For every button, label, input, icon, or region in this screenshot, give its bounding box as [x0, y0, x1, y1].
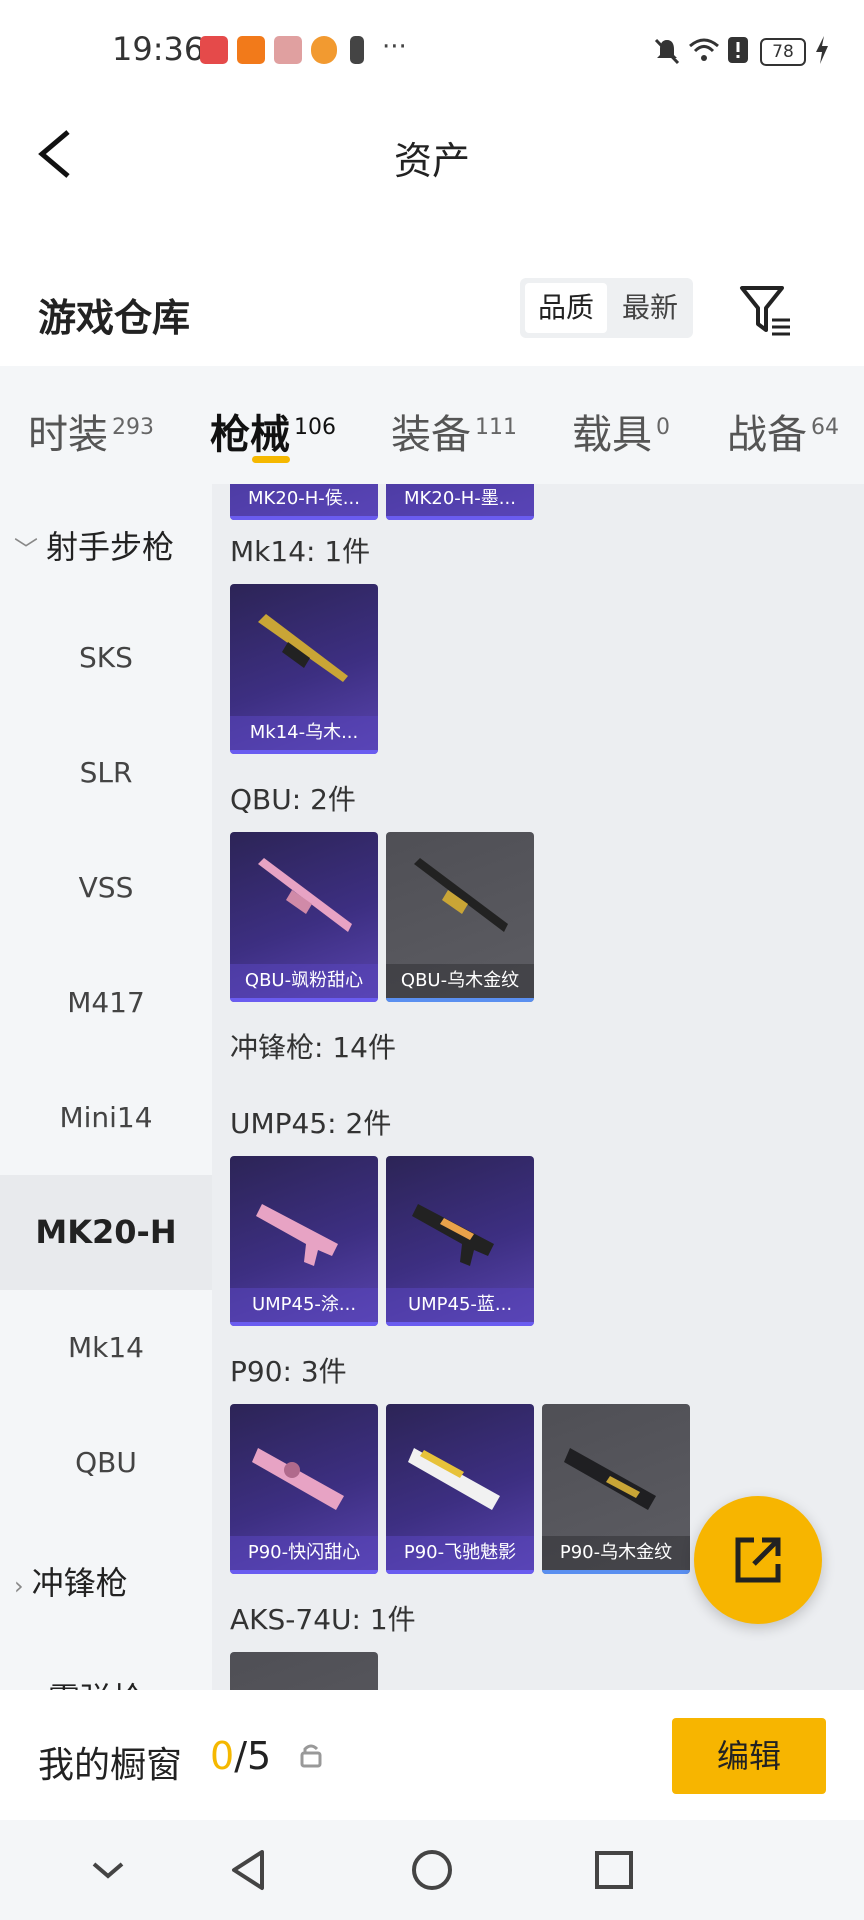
weapon-card[interactable]: P90-乌木金纹	[542, 1404, 690, 1574]
chevron-down-icon[interactable]	[80, 1842, 136, 1898]
weapon-name: UMP45-涂...	[230, 1288, 378, 1322]
smg-icon	[564, 1448, 656, 1510]
showcase-count: 0/5	[210, 1734, 272, 1778]
weapon-name: QBU-飒粉甜心	[230, 964, 378, 998]
share-button[interactable]	[694, 1496, 822, 1624]
sidebar-group-smg[interactable]: › 冲锋枪	[14, 1558, 128, 1604]
tab-count: 106	[294, 414, 336, 440]
alert-icon	[728, 37, 748, 63]
smg-icon	[256, 1204, 338, 1266]
weapon-card[interactable]	[230, 1652, 378, 1690]
smg-icon	[412, 1204, 494, 1266]
group-label: P90: 3件	[230, 1355, 347, 1388]
status-bar: 19:36 ··· 78	[0, 0, 864, 100]
weapon-name: P90-快闪甜心	[230, 1536, 378, 1570]
smg-icon	[252, 1448, 344, 1510]
mute-icon	[654, 38, 680, 65]
weapon-card[interactable]: P90-飞驰魅影	[386, 1404, 534, 1574]
chevron-right-icon: ›	[14, 1572, 24, 1600]
nav-recents-icon[interactable]	[586, 1842, 642, 1898]
share-icon	[735, 1537, 781, 1583]
sidebar-item-mk14[interactable]: Mk14	[0, 1290, 212, 1405]
edit-button[interactable]: 编辑	[672, 1718, 826, 1794]
tab-firearms[interactable]: 枪械 106	[210, 402, 336, 460]
app-notification-icon	[237, 36, 265, 64]
tab-count: 64	[811, 414, 839, 440]
weapon-card[interactable]: QBU-飒粉甜心	[230, 832, 378, 1002]
sidebar-item-m417[interactable]: M417	[0, 945, 212, 1060]
tab-fashion[interactable]: 时装 293	[28, 402, 154, 460]
weapon-name: UMP45-蓝...	[386, 1288, 534, 1322]
weapon-name: P90-乌木金纹	[542, 1536, 690, 1570]
active-tab-indicator	[252, 456, 290, 463]
weapon-card[interactable]: QBU-乌木金纹	[386, 832, 534, 1002]
chevron-down-icon: ﹀	[14, 536, 38, 564]
weapon-card[interactable]: MK20-H-墨...	[386, 484, 534, 520]
sidebar-item-slr[interactable]: SLR	[0, 715, 212, 830]
section-title: 游戏仓库	[38, 296, 191, 340]
tab-vehicles[interactable]: 载具 0	[572, 402, 670, 460]
sort-by-newest-button[interactable]: 最新	[610, 283, 690, 333]
group-label: Mk14: 1件	[230, 535, 371, 568]
status-time: 19:36	[112, 30, 205, 68]
battery-icon: 78	[760, 38, 806, 66]
app-notification-icon	[274, 36, 302, 64]
weapon-card[interactable]: P90-快闪甜心	[230, 1404, 378, 1574]
weapon-name: MK20-H-侯...	[230, 484, 378, 516]
sort-toggle: 品质 最新	[520, 278, 693, 338]
group-label: AKS-74U: 1件	[230, 1603, 416, 1636]
weapon-sidebar: ﹀ 射手步枪 SKS SLR VSS M417 Mini14 MK20-H Mk1…	[0, 484, 212, 1690]
weapon-card[interactable]: UMP45-蓝...	[386, 1156, 534, 1326]
tab-count: 293	[112, 414, 154, 440]
sidebar-group-shotgun[interactable]: 霰弹枪	[48, 1674, 144, 1690]
sidebar-item-mk20h[interactable]: MK20-H	[0, 1175, 212, 1290]
app-notification-icon	[311, 36, 337, 64]
app-notification-icon	[350, 36, 364, 64]
charging-icon	[816, 36, 828, 64]
category-tabs: 时装 293 枪械 106 装备 111 载具 0 战备 64	[0, 366, 864, 484]
sidebar-item-vss[interactable]: VSS	[0, 830, 212, 945]
nav-home-icon[interactable]	[404, 1842, 460, 1898]
tab-count: 0	[656, 414, 670, 440]
rifle-icon	[258, 858, 352, 932]
smg-icon	[408, 1448, 500, 1510]
sidebar-group-marksman[interactable]: ﹀ 射手步枪	[14, 522, 174, 568]
sort-by-quality-button[interactable]: 品质	[525, 283, 607, 333]
weapon-name: MK20-H-墨...	[386, 484, 534, 516]
weapon-card[interactable]: Mk14-乌木...	[230, 584, 378, 754]
more-notifications-icon: ···	[382, 32, 407, 62]
nav-back-icon[interactable]	[222, 1842, 278, 1898]
weapon-card[interactable]: UMP45-涂...	[230, 1156, 378, 1326]
weapon-name: Mk14-乌木...	[230, 716, 378, 750]
filter-icon[interactable]	[738, 282, 796, 340]
wifi-icon	[689, 38, 719, 61]
rifle-icon	[258, 614, 348, 682]
sidebar-item-mini14[interactable]: Mini14	[0, 1060, 212, 1175]
tab-equipment[interactable]: 装备 111	[391, 402, 517, 460]
sidebar-item-qbu[interactable]: QBU	[0, 1405, 212, 1520]
tab-supplies[interactable]: 战备 64	[727, 402, 839, 460]
weapon-card[interactable]: MK20-H-侯...	[230, 484, 378, 520]
lock-icon	[300, 1744, 322, 1768]
sidebar-item-sks[interactable]: SKS	[0, 600, 212, 715]
weapon-name: P90-飞驰魅影	[386, 1536, 534, 1570]
app-notification-icon	[200, 36, 228, 64]
page-title: 资产	[393, 139, 470, 183]
weapon-name: QBU-乌木金纹	[386, 964, 534, 998]
showcase-label: 我的橱窗	[38, 1745, 183, 1786]
group-label: 冲锋枪: 14件	[230, 1031, 396, 1064]
system-navigation-bar	[0, 1820, 864, 1920]
rifle-icon	[414, 858, 508, 932]
group-label: UMP45: 2件	[230, 1107, 392, 1140]
group-label: QBU: 2件	[230, 783, 356, 816]
tab-count: 111	[475, 414, 517, 440]
